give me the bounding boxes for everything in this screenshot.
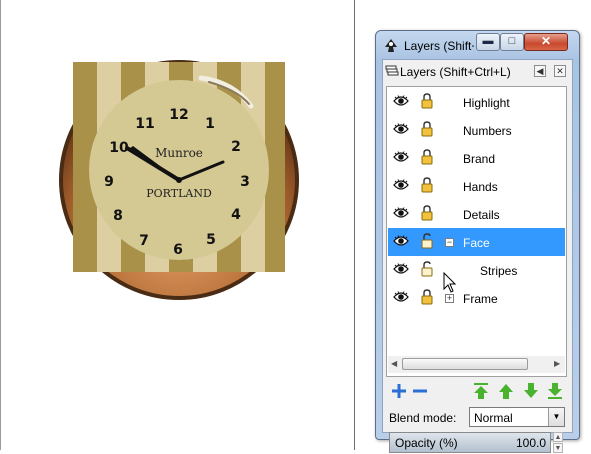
eye-icon[interactable]: [393, 95, 409, 107]
clock-drawing: 12 1 2 3 4 5 6 7 8 9 10 11 Munroe PORTLA…: [59, 60, 299, 300]
numeral: 12: [169, 107, 188, 123]
layer-row[interactable]: − Face: [388, 228, 565, 256]
lock-closed-icon[interactable]: [421, 177, 433, 193]
plus-icon: [392, 384, 406, 398]
drawing-canvas[interactable]: 12 1 2 3 4 5 6 7 8 9 10 11 Munroe PORTLA…: [0, 0, 355, 450]
opacity-value: 100.0: [515, 436, 546, 450]
layer-row[interactable]: Hands: [388, 172, 565, 200]
lower-to-bottom-button[interactable]: [546, 382, 564, 400]
layer-name: Face: [463, 236, 490, 250]
layer-row[interactable]: + Frame: [388, 284, 565, 312]
dock-menu-button[interactable]: ◀: [534, 65, 546, 77]
remove-layer-button[interactable]: [411, 382, 429, 400]
inkscape-icon: [385, 39, 397, 52]
eye-icon[interactable]: [393, 123, 409, 135]
blend-mode-value: Normal: [474, 411, 513, 425]
lock-closed-icon[interactable]: [421, 205, 433, 221]
collapse-icon[interactable]: −: [445, 238, 454, 247]
horizontal-scrollbar[interactable]: ◀ ▶: [388, 356, 565, 373]
close-button[interactable]: ✕: [524, 33, 568, 51]
numeral: 2: [231, 139, 241, 155]
maximize-button[interactable]: □: [500, 33, 524, 51]
brand-bottom: PORTLAND: [146, 187, 212, 200]
eye-icon[interactable]: [393, 235, 409, 247]
scroll-left-icon[interactable]: ◀: [391, 359, 397, 368]
lock-open-icon[interactable]: [421, 261, 433, 277]
window-titlebar[interactable]: Layers (Shift+Ctrl+L) ▬ □ ✕: [376, 31, 579, 59]
eye-icon[interactable]: [393, 263, 409, 275]
eye-icon[interactable]: [393, 179, 409, 191]
dock-panel: Layers (Shift+Ctrl+L) ◀ ✕ Highlight Numbe…: [382, 59, 573, 453]
numeral: 8: [113, 208, 123, 224]
minus-icon: [413, 389, 427, 393]
raise-layer-button[interactable]: [497, 382, 515, 400]
blend-mode-label: Blend mode:: [389, 411, 457, 425]
lower-layer-button[interactable]: [522, 382, 540, 400]
numeral: 4: [231, 207, 241, 223]
numeral: 7: [139, 233, 149, 249]
layer-name: Highlight: [463, 96, 510, 110]
arrow-down-icon: [524, 383, 538, 398]
window-title: Layers (Shift+Ctrl+L): [404, 39, 474, 53]
mouse-cursor-icon: [443, 272, 457, 293]
layer-name: Numbers: [463, 124, 512, 138]
layer-name: Frame: [463, 292, 498, 306]
layer-row[interactable]: Brand: [388, 144, 565, 172]
layer-row[interactable]: Highlight: [388, 88, 565, 116]
layer-row[interactable]: Numbers: [388, 116, 565, 144]
eye-icon[interactable]: [393, 291, 409, 303]
layers-icon: [385, 65, 399, 76]
layers-window: Layers (Shift+Ctrl+L) ▬ □ ✕ Layers (Shif…: [375, 30, 580, 453]
arrow-top-icon: [474, 383, 488, 399]
dock-title: Layers (Shift+Ctrl+L): [400, 65, 511, 79]
lock-open-icon[interactable]: [421, 233, 433, 249]
scroll-right-icon[interactable]: ▶: [554, 359, 560, 368]
eye-icon[interactable]: [393, 151, 409, 163]
opacity-increment-icon[interactable]: ▲: [553, 432, 563, 442]
layer-name: Stripes: [480, 264, 518, 278]
minimize-button[interactable]: ▬: [476, 33, 500, 51]
layer-name: Hands: [463, 180, 498, 194]
maximize-icon: □: [508, 35, 516, 47]
numeral: 1: [205, 116, 215, 132]
lock-closed-icon[interactable]: [421, 149, 433, 165]
expand-icon[interactable]: +: [445, 294, 454, 303]
arrow-bottom-icon: [548, 383, 562, 399]
layer-name: Details: [463, 208, 500, 222]
lock-closed-icon[interactable]: [421, 289, 433, 305]
layer-row[interactable]: Details: [388, 200, 565, 228]
arrow-up-icon: [499, 384, 513, 399]
close-icon: ✕: [540, 34, 552, 48]
chevron-down-icon[interactable]: ▼: [548, 408, 564, 426]
lock-closed-icon[interactable]: [421, 93, 433, 109]
raise-to-top-button[interactable]: [472, 382, 490, 400]
opacity-decrement-icon[interactable]: ▼: [553, 443, 563, 453]
layer-name: Brand: [463, 152, 496, 166]
layer-row[interactable]: Stripes: [388, 256, 565, 284]
layers-list[interactable]: Highlight Numbers Brand Hands Details − Face St…: [386, 86, 567, 377]
lock-closed-icon[interactable]: [421, 121, 433, 137]
scroll-thumb[interactable]: [402, 358, 528, 370]
brand-top: Munroe: [155, 146, 203, 160]
numeral: 3: [240, 174, 250, 190]
blend-mode-select[interactable]: Normal ▼: [469, 407, 565, 427]
dock-header: Layers (Shift+Ctrl+L) ◀ ✕: [383, 60, 572, 82]
numeral: 6: [173, 242, 183, 258]
eye-icon[interactable]: [393, 207, 409, 219]
dock-menu-icon: ◀: [536, 66, 544, 76]
numeral: 11: [135, 116, 154, 132]
dock-close-button[interactable]: ✕: [554, 65, 566, 77]
opacity-label: Opacity (%): [395, 436, 458, 450]
numeral: 9: [104, 174, 114, 190]
add-layer-button[interactable]: [390, 382, 408, 400]
minimize-icon: ▬: [482, 35, 494, 47]
numeral: 5: [206, 232, 216, 248]
dock-close-icon: ✕: [556, 66, 564, 76]
